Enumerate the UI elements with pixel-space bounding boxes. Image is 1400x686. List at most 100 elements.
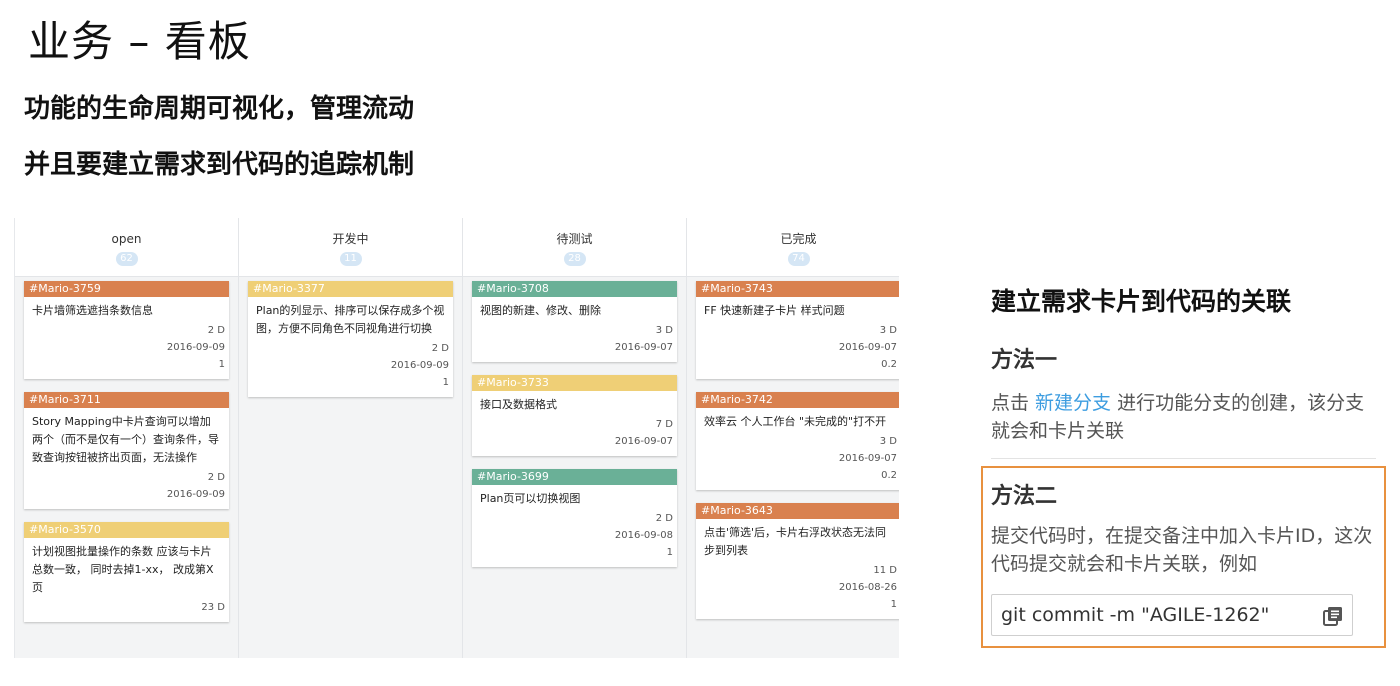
kanban-card[interactable]: #Mario-3708 视图的新建、修改、删除 3 D 2016-09-07 (472, 281, 677, 362)
card-id[interactable]: #Mario-3699 (472, 469, 677, 485)
column-title: 已完成 (780, 232, 817, 246)
card-meta-line: 2016-09-07 (838, 342, 897, 353)
card-meta: 2 D 2016-09-08 1 (472, 508, 677, 567)
column-header[interactable]: 开发中 11 (239, 218, 462, 277)
card-meta-line: 3 D (655, 325, 673, 336)
kanban-board: open 62 #Mario-3759 卡片墙筛选遮挡条数信息 2 D 2016-09-0… (14, 218, 899, 658)
card-meta-line: 3 D (879, 325, 897, 336)
card-meta: 2 D 2016-09-09 (24, 467, 229, 509)
kanban-card[interactable]: #Mario-3711 Story Mapping中卡片查询可以增加两个（而不是仅… (24, 392, 229, 509)
card-id[interactable]: #Mario-3643 (696, 503, 899, 519)
panel-title: 建立需求卡片到代码的关联 (991, 287, 1292, 316)
card-meta-line: 2016-09-07 (614, 436, 673, 447)
card-meta: 11 D 2016-08-26 1 (696, 560, 899, 619)
kanban-card[interactable]: #Mario-3570 计划视图批量操作的条数 应该与卡片总数一致， 同时去掉1-… (24, 522, 229, 622)
kanban-column: 已完成 74 #Mario-3743 FF 快速新建子卡片 样式问题 3 D 2016-0… (686, 218, 899, 658)
card-meta-line: 1 (666, 547, 673, 558)
kanban-card[interactable]: #Mario-3377 Plan的列显示、排序可以保存成多个视图，方便不同角色不同… (248, 281, 453, 397)
column-body: #Mario-3743 FF 快速新建子卡片 样式问题 3 D 2016-09-07 0… (687, 277, 899, 619)
card-id[interactable]: #Mario-3570 (24, 522, 229, 538)
card-id[interactable]: #Mario-3733 (472, 375, 677, 391)
kanban-column: 待测试 28 #Mario-3708 视图的新建、修改、删除 3 D 2016-09-07… (462, 218, 686, 658)
card-title: 计划视图批量操作的条数 应该与卡片总数一致， 同时去掉1-xx， 改成第X页 (32, 545, 214, 594)
card-meta-line: 2016-08-26 (838, 582, 897, 593)
card-meta: 7 D 2016-09-07 (472, 414, 677, 456)
card-title: 视图的新建、修改、删除 (480, 304, 601, 317)
column-body: #Mario-3377 Plan的列显示、排序可以保存成多个视图，方便不同角色不同… (239, 277, 462, 397)
method-two-description: 提交代码时，在提交备注中加入卡片ID，这次代码提交就会和卡片关联，例如 (991, 525, 1373, 575)
card-meta: 2 D 2016-09-09 1 (24, 320, 229, 379)
card-meta-line: 1 (442, 377, 449, 388)
kanban-card[interactable]: #Mario-3743 FF 快速新建子卡片 样式问题 3 D 2016-09-07 0… (696, 281, 899, 379)
card-meta-line: 3 D (879, 436, 897, 447)
card-id[interactable]: #Mario-3743 (696, 281, 899, 297)
method-one-title: 方法一 (991, 348, 1058, 373)
card-meta-line: 2016-09-07 (614, 342, 673, 353)
card-meta: 3 D 2016-09-07 0.2 (696, 320, 899, 379)
kanban-card[interactable]: #Mario-3643 点击'筛选'后，卡片右浮改状态无法同步到列表 11 D 201… (696, 503, 899, 619)
card-title: 效率云 个人工作台 "未完成的"打不开 (704, 415, 887, 428)
column-count-badge: 74 (787, 252, 810, 266)
kanban-column: 开发中 11 #Mario-3377 Plan的列显示、排序可以保存成多个视图，方便不… (238, 218, 462, 658)
kanban-card[interactable]: #Mario-3699 Plan页可以切换视图 2 D 2016-09-08 1 (472, 469, 677, 567)
card-id[interactable]: #Mario-3742 (696, 392, 899, 408)
card-meta-line: 2 D (431, 343, 449, 354)
column-title: open (111, 232, 142, 246)
card-title: 点击'筛选'后，卡片右浮改状态无法同步到列表 (704, 526, 887, 557)
card-title: Plan的列显示、排序可以保存成多个视图，方便不同角色不同视角进行切换 (256, 304, 445, 335)
card-meta-line: 2016-09-08 (614, 530, 673, 541)
column-title: 待测试 (556, 232, 593, 246)
card-meta-line: 2 D (207, 325, 225, 336)
card-meta-line: 23 D (201, 602, 225, 613)
card-meta-line: 2 D (655, 513, 673, 524)
card-title: Plan页可以切换视图 (480, 492, 581, 505)
commit-command-text: git commit -m "AGILE-1262" (1001, 604, 1270, 626)
column-header[interactable]: 已完成 74 (687, 218, 899, 277)
card-title: 接口及数据格式 (480, 398, 557, 411)
column-header[interactable]: open 62 (15, 218, 238, 277)
kanban-card[interactable]: #Mario-3742 效率云 个人工作台 "未完成的"打不开 3 D 2016-09… (696, 392, 899, 490)
card-title: Story Mapping中卡片查询可以增加两个（而不是仅有一个）查询条件，导致… (32, 415, 219, 464)
card-meta-line: 2016-09-07 (838, 453, 897, 464)
card-meta-line: 2 D (207, 472, 225, 483)
card-meta-line: 1 (890, 599, 897, 610)
subtitle-traceability: 并且要建立需求到代码的追踪机制 (24, 150, 415, 180)
kanban-card[interactable]: #Mario-3759 卡片墙筛选遮挡条数信息 2 D 2016-09-09 1 (24, 281, 229, 379)
card-meta-line: 0.2 (881, 359, 897, 370)
card-meta: 3 D 2016-09-07 0.2 (696, 431, 899, 490)
divider (991, 458, 1376, 459)
column-count-badge: 62 (115, 252, 138, 266)
column-count-badge: 11 (339, 252, 362, 266)
card-id[interactable]: #Mario-3711 (24, 392, 229, 408)
card-title: 卡片墙筛选遮挡条数信息 (32, 304, 153, 317)
card-meta: 23 D (24, 597, 229, 622)
card-meta-line: 11 D (873, 565, 897, 576)
card-meta-line: 2016-09-09 (390, 360, 449, 371)
subtitle-lifecycle: 功能的生命周期可视化，管理流动 (24, 94, 415, 124)
column-body: #Mario-3708 视图的新建、修改、删除 3 D 2016-09-07 #Mari… (463, 277, 686, 567)
card-meta-line: 7 D (655, 419, 673, 430)
card-id[interactable]: #Mario-3708 (472, 281, 677, 297)
card-title: FF 快速新建子卡片 样式问题 (704, 304, 845, 317)
card-id[interactable]: #Mario-3377 (248, 281, 453, 297)
column-title: 开发中 (332, 232, 369, 246)
card-meta: 3 D 2016-09-07 (472, 320, 677, 362)
card-id[interactable]: #Mario-3759 (24, 281, 229, 297)
column-header[interactable]: 待测试 28 (463, 218, 686, 277)
card-meta-line: 0.2 (881, 470, 897, 481)
card-meta-line: 2016-09-09 (166, 489, 225, 500)
method-two-title: 方法二 (991, 484, 1058, 509)
kanban-card[interactable]: #Mario-3733 接口及数据格式 7 D 2016-09-07 (472, 375, 677, 456)
column-count-badge: 28 (563, 252, 586, 266)
kanban-column: open 62 #Mario-3759 卡片墙筛选遮挡条数信息 2 D 2016-09-0… (14, 218, 238, 658)
card-meta: 2 D 2016-09-09 1 (248, 338, 453, 397)
card-meta-line: 2016-09-09 (166, 342, 225, 353)
card-meta-line: 1 (218, 359, 225, 370)
slide-title: 业务 – 看板 (28, 17, 251, 66)
column-body: #Mario-3759 卡片墙筛选遮挡条数信息 2 D 2016-09-09 1 #Mar… (15, 277, 238, 622)
method-one-prefix: 点击 (991, 392, 1036, 414)
copy-icon[interactable] (1322, 605, 1344, 627)
commit-command-field[interactable]: git commit -m "AGILE-1262" (991, 594, 1353, 636)
new-branch-link[interactable]: 新建分支 (1035, 392, 1111, 414)
method-one-description: 点击 新建分支 进行功能分支的创建，该分支就会和卡片关联 (991, 389, 1376, 445)
